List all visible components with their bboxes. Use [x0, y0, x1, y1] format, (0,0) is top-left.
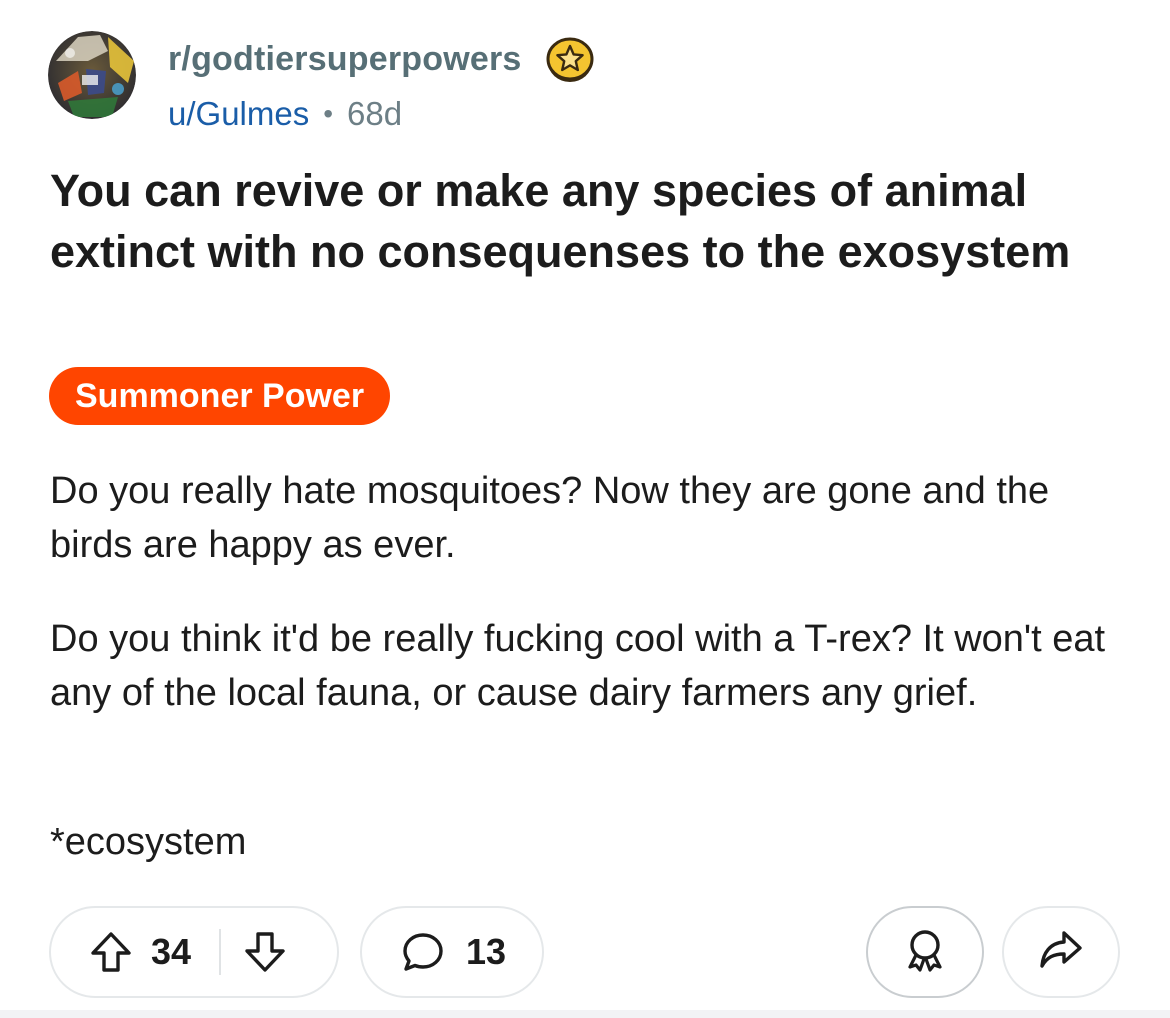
share-button[interactable]: [1002, 906, 1120, 998]
post-body-paragraph: Do you think it'd be really fucking cool…: [50, 618, 1106, 714]
post-meta: u/Gulmes • 68d: [168, 92, 402, 136]
post-age: 68d: [347, 95, 403, 132]
comment-count: 13: [466, 931, 507, 972]
comments-button[interactable]: 13: [360, 906, 544, 998]
downvote-arrow-icon[interactable]: [239, 926, 291, 978]
vote-bar: 34: [49, 906, 339, 998]
subreddit-avatar[interactable]: [48, 31, 136, 119]
author-username[interactable]: u/Gulmes: [168, 95, 309, 133]
star-coin-icon[interactable]: [544, 33, 596, 85]
award-button[interactable]: [866, 906, 984, 998]
subreddit-name[interactable]: r/godtiersuperpowers: [168, 40, 522, 79]
upvote-arrow-icon[interactable]: [85, 926, 137, 978]
post-card: r/godtiersuperpowers u/Gulmes • 68d You …: [0, 0, 1170, 1010]
vote-divider: [219, 929, 221, 975]
post-body-paragraph: Do you really hate mosquitoes? Now they …: [50, 470, 1050, 566]
post-title[interactable]: You can revive or make any species of an…: [50, 160, 1130, 282]
share-arrow-icon: [1038, 927, 1084, 978]
award-ribbon-icon: [902, 927, 948, 978]
vote-score: 34: [151, 931, 192, 972]
meta-separator: •: [323, 98, 334, 129]
post-flair[interactable]: Summoner Power: [49, 367, 391, 425]
feed-divider: [0, 1010, 1170, 1018]
subreddit-row: r/godtiersuperpowers: [168, 36, 596, 82]
post-body-paragraph: *ecosystem: [50, 821, 247, 863]
comment-bubble-icon: [400, 929, 446, 975]
